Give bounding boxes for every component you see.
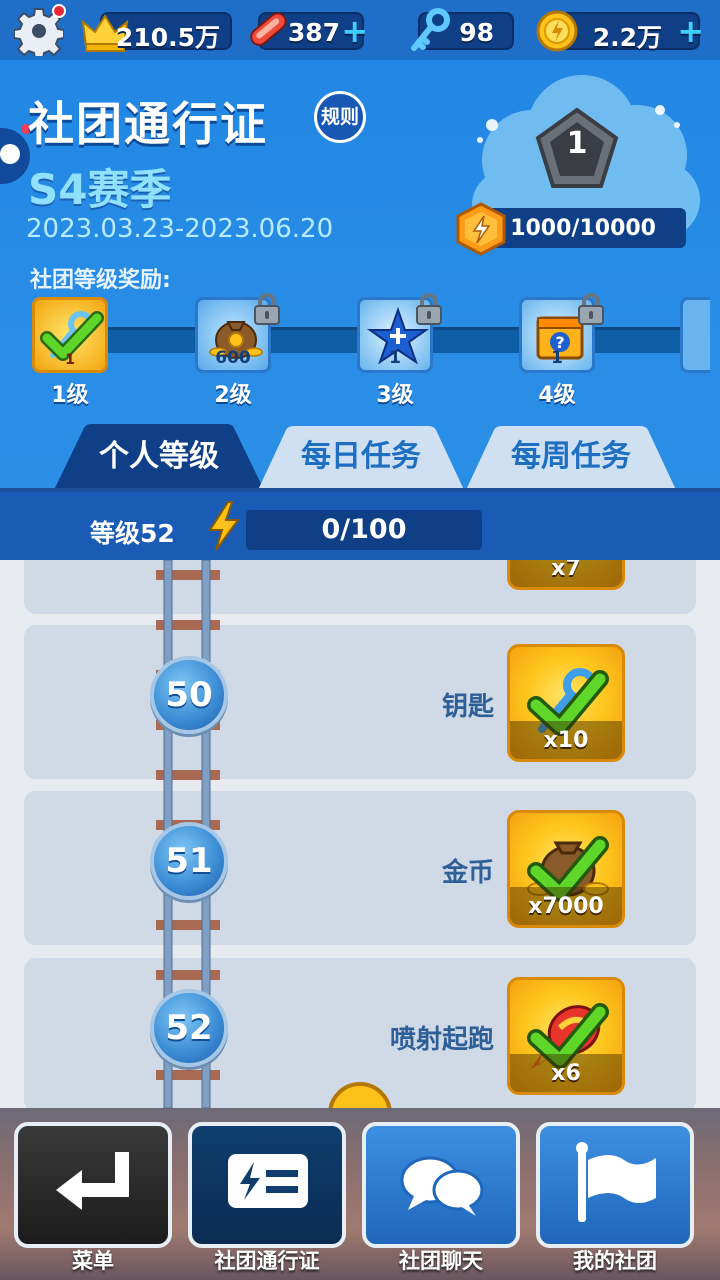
tab-weekly-tasks-label: 每周任务: [511, 439, 631, 474]
reward-qty: x7000: [528, 894, 604, 919]
reward-qty: x10: [543, 728, 589, 753]
tab-daily-tasks[interactable]: 每日任务: [258, 424, 464, 490]
level-badge: 52: [150, 989, 228, 1067]
club-reward-2-count: 600: [215, 348, 251, 368]
club-reward-4-count: 1: [551, 348, 563, 368]
chat-icon: [400, 1156, 484, 1216]
side-drawer-tab[interactable]: [0, 124, 31, 184]
club-reward-1[interactable]: 1: [32, 297, 108, 373]
back-arrow-icon: [56, 1152, 129, 1210]
pass-icon: [228, 1154, 308, 1208]
club-xp-text: 1000/10000: [510, 216, 656, 241]
reward-name: 金币: [441, 858, 494, 888]
coins-counter: 2.2万 +: [536, 10, 704, 52]
lightning-icon: [208, 501, 240, 551]
level-badge: 51: [150, 822, 228, 900]
tier-number: 1: [566, 126, 588, 161]
club-reward-4[interactable]: ? 1: [519, 293, 604, 373]
coin-icon: [536, 10, 578, 52]
hoverboard-value: 387: [287, 18, 340, 47]
notification-dot: [52, 4, 66, 18]
hoverboard-counter: 387 +: [250, 12, 368, 50]
keys-value: 98: [459, 18, 494, 47]
key-icon: [411, 8, 450, 51]
reward-item-headstart[interactable]: x6: [507, 977, 625, 1095]
club-xp-icon: [456, 202, 506, 256]
lock-icon: [416, 293, 442, 325]
flag-icon: [576, 1142, 656, 1222]
nav-menu-button[interactable]: [14, 1122, 172, 1248]
keys-counter: 98: [411, 8, 514, 51]
hoverboard-icon: [250, 12, 287, 46]
reward-qty: x7: [551, 560, 581, 581]
nav-club-pass-button[interactable]: [188, 1122, 346, 1248]
club-xp-bar: 1000/10000: [486, 208, 686, 248]
page-title: 社团通行证: [28, 97, 268, 151]
add-hoverboard-button[interactable]: +: [341, 14, 368, 48]
lock-icon: [254, 293, 280, 325]
nav-club-chat-button[interactable]: [362, 1122, 520, 1248]
club-reward-5-partial[interactable]: [680, 297, 710, 373]
crown-counter: 210.5万: [81, 12, 232, 52]
reward-name: 钥匙: [441, 692, 494, 722]
nav-club-pass-label: 社团通行证: [214, 1249, 320, 1273]
nav-my-club-label: 我的社团: [573, 1249, 657, 1273]
reward-name: 喷射起跑: [389, 1025, 494, 1055]
level-badge: 50: [150, 656, 228, 734]
nav-club-chat-label: 社团聊天: [399, 1249, 483, 1273]
lock-icon: [578, 293, 604, 325]
club-reward-3-count: 1: [389, 348, 401, 368]
crown-value: 210.5万: [115, 23, 220, 52]
club-reward-2-level: 2级: [214, 383, 252, 408]
reward-item-key[interactable]: x10: [507, 644, 625, 762]
club-reward-1-count: 1: [65, 352, 75, 368]
side-tab-dot: [0, 144, 20, 164]
reward-item-coins[interactable]: x7000: [507, 810, 625, 928]
season-dates: 2023.03.23-2023.06.20: [26, 214, 334, 244]
tab-daily-tasks-label: 每日任务: [301, 439, 421, 474]
personal-level-progress: 0/100: [246, 510, 482, 550]
club-reward-1-level: 1级: [51, 383, 89, 408]
coins-value: 2.2万: [592, 23, 662, 52]
personal-level-progress-text: 0/100: [321, 514, 407, 545]
currency-bar: 210.5万 387 + 98 2.2万 +: [0, 0, 720, 60]
nav-my-club-button[interactable]: [536, 1122, 694, 1248]
tab-personal-level[interactable]: 个人等级: [54, 424, 264, 490]
reward-item-partial[interactable]: x7: [507, 560, 625, 590]
reward-qty: x6: [551, 1061, 581, 1086]
club-reward-2[interactable]: 600: [195, 293, 280, 373]
tab-weekly-tasks[interactable]: 每周任务: [466, 424, 676, 490]
level-reward-list[interactable]: x7 50 钥匙 x10 51 金币 x7000 52 喷射起跑 x6: [0, 560, 720, 1108]
nav-menu-label: 菜单: [72, 1249, 114, 1273]
club-reward-3-level: 3级: [376, 383, 414, 408]
personal-level-label: 等级52: [90, 519, 175, 548]
club-reward-4-level: 4级: [538, 383, 576, 408]
tab-personal-level-label: 个人等级: [99, 439, 219, 474]
add-coins-button[interactable]: +: [677, 14, 704, 48]
club-reward-label: 社团等级奖励:: [30, 268, 171, 293]
personal-level-bar: 等级52 0/100: [0, 488, 720, 560]
club-reward-3[interactable]: 1: [357, 293, 442, 373]
rules-button[interactable]: 规则: [314, 91, 366, 143]
season-label: S4赛季: [28, 165, 172, 214]
